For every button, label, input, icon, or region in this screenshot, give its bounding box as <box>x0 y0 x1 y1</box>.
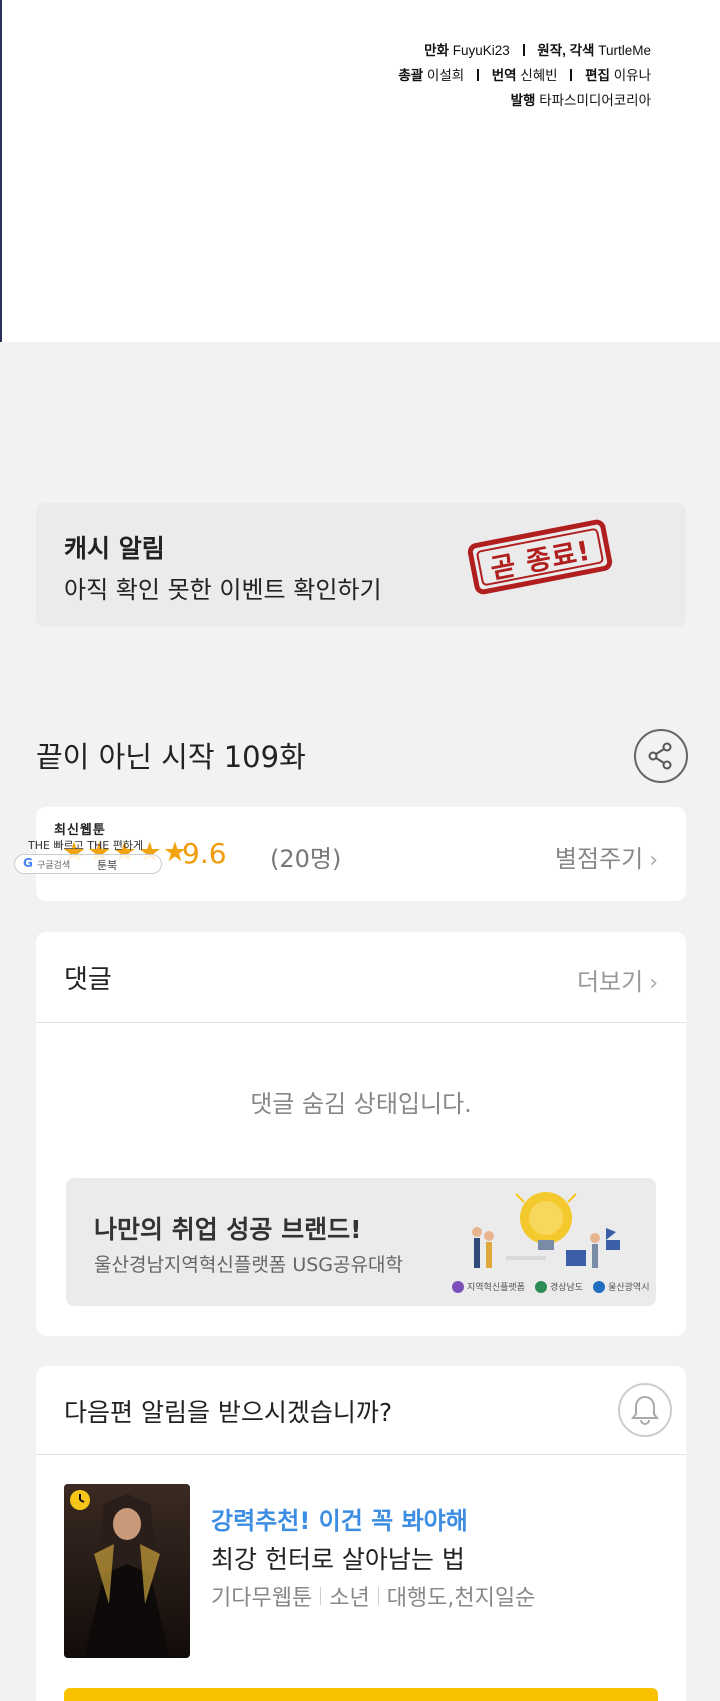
recommended-genre: 소년 <box>329 1586 370 1611</box>
divider <box>36 1022 686 1023</box>
credit-value: 타파스미디어코리아 <box>539 93 651 108</box>
recommended-title[interactable]: 최강 헌터로 살아남는 법 <box>211 1540 465 1576</box>
credit-label: 편집 <box>585 68 610 83</box>
google-search-label: 구글검색 <box>37 861 71 871</box>
recommended-cover-image[interactable] <box>64 1484 190 1658</box>
credit-value: 이설희 <box>426 68 465 83</box>
ad-banner[interactable]: 나만의 취업 성공 브랜드! 울산경남지역혁신플랫폼 USG공유대학 지역혁신플… <box>66 1178 656 1306</box>
chevron-right-icon: › <box>649 971 658 996</box>
cash-banner-title: 캐시 알림 <box>64 534 165 563</box>
meta-divider <box>377 1587 379 1605</box>
comments-more-button[interactable]: 더보기 › <box>577 962 658 997</box>
ad-logos: 지역혁신플랫폼 경상남도 울산광역시 <box>452 1280 650 1293</box>
rate-button[interactable]: 별점주기 › <box>555 839 658 874</box>
meta-divider <box>320 1587 322 1605</box>
credit-divider <box>476 69 479 81</box>
more-label: 더보기 <box>576 968 644 996</box>
recommended-meta: 기다무웹툰 소년 대행도,천지일순 <box>211 1580 535 1612</box>
cash-banner-subtitle: 아직 확인 못한 이벤트 확인하기 <box>64 576 382 604</box>
overlay-badge-title: 최신웹툰 <box>54 823 106 838</box>
share-icon <box>648 742 672 770</box>
credit-label: 만화 <box>424 43 449 58</box>
notify-question: 다음편 알림을 받으시겠습니까? <box>64 1398 393 1427</box>
episode-title: 끝이 아닌 시작 109화 <box>36 740 306 774</box>
google-icon: G <box>23 856 33 870</box>
rating-score: 9.6 <box>182 837 227 870</box>
credit-label: 총괄 <box>398 68 424 83</box>
comments-title: 댓글 <box>64 965 112 995</box>
rating-count: (20명) <box>270 845 342 873</box>
notify-bell-button[interactable] <box>618 1383 672 1437</box>
ad-logo-2: 경상남도 <box>534 1280 583 1293</box>
credits: 만화 FuyuKi23 원작, 각색 TurtleMe 총괄 이설희 번역 신혜… <box>398 38 651 113</box>
cash-notification-banner[interactable]: 캐시 알림 아직 확인 못한 이벤트 확인하기 곧 종료! <box>36 503 686 627</box>
credit-divider <box>522 44 525 56</box>
next-episode-notify-card: 다음편 알림을 받으시겠습니까? 강력추천! 이건 꼭 봐야해 최강 헌터로 살… <box>36 1366 686 1701</box>
ad-logo-3: 울산광역시 <box>593 1280 650 1293</box>
credit-value: TurtleMe <box>598 43 651 58</box>
credits-line-1: 만화 FuyuKi23 원작, 각색 TurtleMe <box>398 38 651 63</box>
cover-art <box>64 1484 190 1658</box>
recommend-tag: 강력추천! 이건 꼭 봐야해 <box>211 1507 468 1535</box>
credit-value: 신혜빈 <box>520 68 558 83</box>
credit-value: FuyuKi23 <box>452 43 510 58</box>
credits-area: 만화 FuyuKi23 원작, 각색 TurtleMe 총괄 이설희 번역 신혜… <box>0 0 720 342</box>
overlay-badge-slogan: THE 빠르고 THE 편하게 <box>28 839 144 852</box>
ending-soon-stamp: 곧 종료! <box>466 518 614 596</box>
credits-line-2: 총괄 이설희 번역 신혜빈 편집 이유나 <box>398 63 651 88</box>
credit-label: 번역 <box>491 68 517 83</box>
ad-subtitle: 울산경남지역혁신플랫폼 USG공유대학 <box>94 1254 403 1276</box>
comments-hidden-notice: 댓글 숨김 상태입니다. <box>250 1090 472 1118</box>
comments-card: 댓글 더보기 › 댓글 숨김 상태입니다. 나만의 취업 성공 브랜드! 울산경남… <box>36 932 686 1336</box>
credit-label: 발행 <box>510 93 536 108</box>
bell-icon <box>631 1395 659 1425</box>
ad-logo-1: 지역혁신플랫폼 <box>452 1280 525 1293</box>
stamp-text: 곧 종료! <box>487 535 594 585</box>
toonbook-label: 툰북 <box>97 859 118 872</box>
recommended-authors: 대행도,천지일순 <box>386 1586 536 1611</box>
overlay-badge-pill: G 구글검색 툰북 <box>14 854 162 874</box>
recommended-publisher: 기다무웹툰 <box>211 1586 313 1611</box>
latest-webtoon-overlay-badge[interactable]: 최신웹툰 THE 빠르고 THE 편하게 G 구글검색 툰북 <box>14 817 164 877</box>
credit-label: 원작, 각색 <box>537 43 595 58</box>
notify-confirm-button[interactable] <box>64 1688 658 1701</box>
credits-line-3: 발행 타파스미디어코리아 <box>398 88 651 113</box>
share-button[interactable] <box>634 729 688 783</box>
credit-value: 이유나 <box>613 68 651 83</box>
chevron-right-icon: › <box>649 848 658 873</box>
ad-title: 나만의 취업 성공 브랜드! <box>94 1215 362 1244</box>
divider <box>36 1454 686 1455</box>
credit-divider <box>570 69 573 81</box>
rate-button-label: 별점주기 <box>554 845 644 873</box>
